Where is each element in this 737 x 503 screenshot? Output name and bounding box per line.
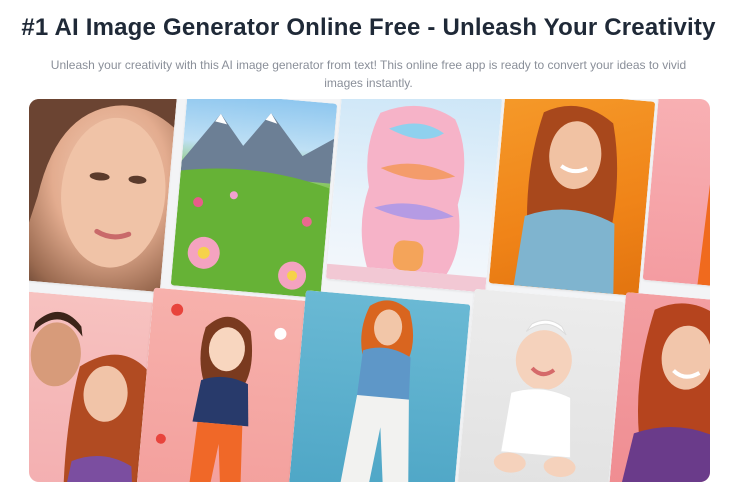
gallery-image-redhead-orange[interactable]: [488, 99, 656, 297]
gallery-image-redhead-purple[interactable]: [608, 292, 710, 482]
gallery-image-redhead-blue[interactable]: [288, 290, 471, 482]
page-title: #1 AI Image Generator Online Free - Unle…: [21, 14, 716, 41]
redhead-blue-art: [338, 300, 414, 482]
baby-art: [493, 319, 576, 477]
gallery-image-anime-girl[interactable]: [136, 287, 309, 482]
anime-girl-art: [155, 303, 287, 482]
mountain-meadow-art: [170, 113, 335, 299]
gallery-image-pastel-building[interactable]: [325, 99, 503, 293]
redhead-purple-art: [618, 303, 710, 482]
page-subtitle: Unleash your creativity with this AI ima…: [50, 58, 687, 90]
gallery-image-baby[interactable]: [457, 288, 625, 482]
pastel-building-art: [325, 105, 487, 293]
redhead-orange-art: [513, 105, 618, 294]
gallery-image-woman-portrait[interactable]: [29, 99, 178, 293]
image-gallery: [29, 99, 710, 482]
woman-portrait-art: [29, 99, 178, 280]
gallery-image-mountain-meadow[interactable]: [170, 99, 338, 299]
page: #1 AI Image Generator Online Free - Unle…: [0, 0, 737, 503]
